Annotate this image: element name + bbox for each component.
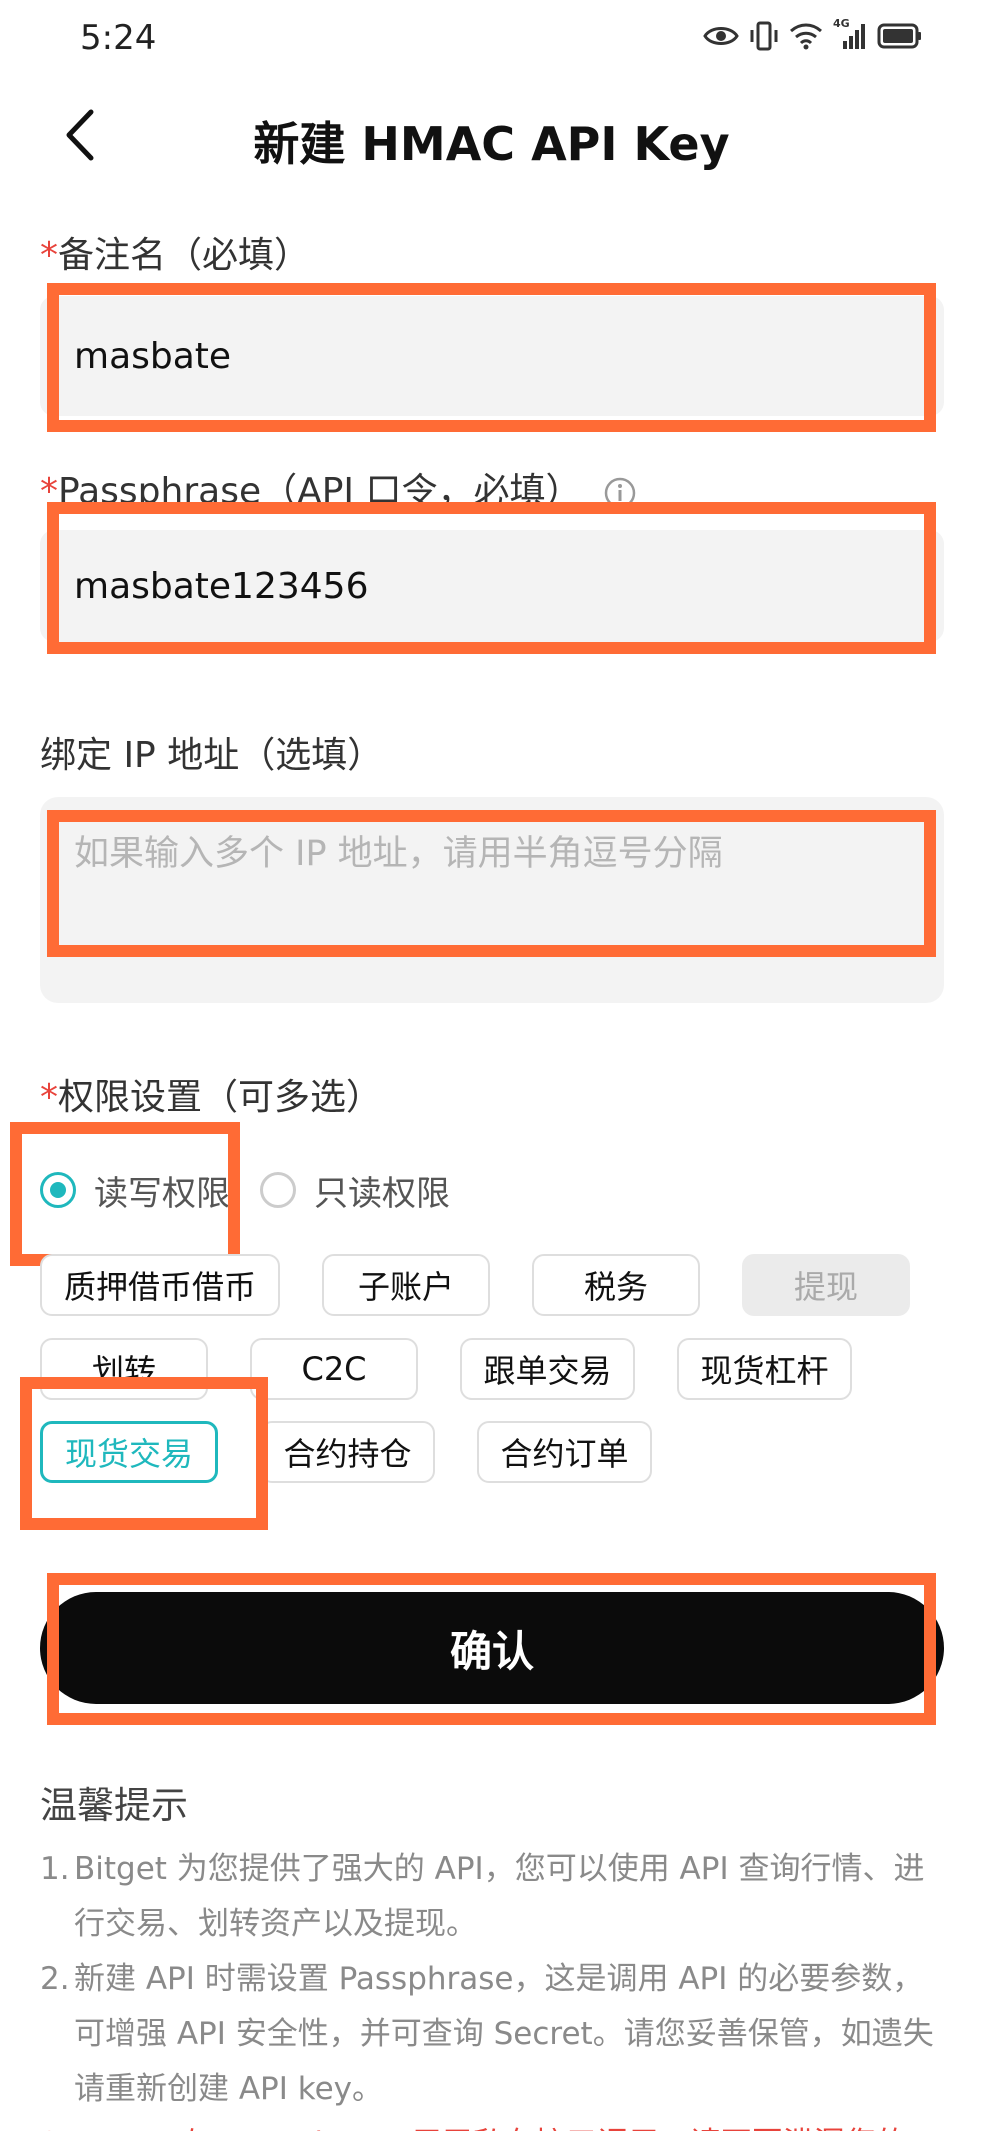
ip-input[interactable]: 如果输入多个 IP 地址，请用半角逗号分隔 (40, 797, 944, 1003)
radio-read-only-label: 只读权限 (314, 1173, 450, 1214)
required-mark: * (40, 235, 58, 276)
chip-spot-margin[interactable]: 现货杠杆 (677, 1338, 852, 1400)
chip-spot-trading[interactable]: 现货交易 (40, 1421, 218, 1483)
chip-withdraw: 提现 (742, 1254, 910, 1316)
tip-item: 2. 新建 API 时需设置 Passphrase，这是调用 API 的必要参数… (40, 1952, 945, 2117)
chip-label: 现货杠杆 (700, 1352, 829, 1390)
chip-tax[interactable]: 税务 (532, 1254, 700, 1316)
tips-title: 温馨提示 (40, 1784, 188, 1827)
radio-read-only[interactable]: 只读权限 (260, 1166, 450, 1215)
chip-transfer[interactable]: 划转 (40, 1338, 208, 1400)
eye-icon (703, 27, 739, 45)
permissions-label-row: *权限设置（可多选） (40, 1068, 382, 1120)
tip-text: Secret 与 passphrase 用于私有接口调用，请不要泄漏您的 (74, 2117, 907, 2131)
chip-staking-loan[interactable]: 质押借币借币 (40, 1254, 280, 1316)
radio-unchecked-icon (260, 1172, 296, 1208)
tip-item-warning: 3. Secret 与 passphrase 用于私有接口调用，请不要泄漏您的 (40, 2117, 945, 2131)
radio-read-write-label: 读写权限 (94, 1173, 230, 1214)
chip-label: 子账户 (357, 1268, 454, 1306)
passphrase-label-row: *Passphrase（API 口令，必填） (40, 462, 637, 514)
tip-item: 1. Bitget 为您提供了强大的 API，您可以使用 API 查询行情、进行… (40, 1842, 945, 1952)
tip-number: 1. (40, 1851, 70, 1887)
info-icon[interactable] (603, 476, 637, 510)
nav-header: 新建 HMAC API Key (0, 90, 983, 180)
wifi-icon (790, 23, 822, 50)
name-input-value: masbate (74, 335, 232, 377)
signal-icon: 4G (833, 17, 867, 51)
name-input[interactable]: masbate (40, 296, 944, 416)
passphrase-label: Passphrase（API 口令，必填） (58, 471, 582, 512)
status-time: 5:24 (80, 18, 157, 58)
chip-label: 合约订单 (500, 1435, 629, 1473)
passphrase-input[interactable]: masbate123456 (40, 530, 944, 642)
tip-number: 2. (40, 1961, 70, 1997)
confirm-button-label: 确认 (449, 1626, 534, 1676)
chip-label: 质押借币借币 (63, 1268, 256, 1306)
radio-read-write[interactable]: 读写权限 (40, 1166, 230, 1215)
chip-copy-trading[interactable]: 跟单交易 (460, 1338, 635, 1400)
vibrate-icon (750, 21, 778, 51)
permissions-label: 权限设置（可多选） (58, 1077, 383, 1118)
page-title: 新建 HMAC API Key (253, 117, 730, 171)
chip-futures-order[interactable]: 合约订单 (477, 1421, 652, 1483)
permission-mode-group: 读写权限 只读权限 (40, 1160, 480, 1220)
confirm-button[interactable]: 确认 (40, 1592, 944, 1704)
name-label: 备注名（必填） (58, 235, 311, 276)
chip-label: 合约持仓 (283, 1435, 412, 1473)
name-label-row: *备注名（必填） (40, 226, 310, 278)
tip-number: 3. (40, 2117, 74, 2131)
status-bar: 5:24 4G (0, 0, 983, 80)
ip-input-placeholder: 如果输入多个 IP 地址，请用半角逗号分隔 (74, 834, 723, 874)
chip-label: 税务 (583, 1268, 648, 1306)
chip-label: 跟单交易 (483, 1352, 612, 1390)
required-mark: * (40, 471, 58, 512)
chip-label: C2C (301, 1350, 367, 1388)
chip-label: 划转 (91, 1352, 156, 1390)
chip-c2c[interactable]: C2C (250, 1338, 418, 1400)
chip-label: 提现 (793, 1268, 858, 1306)
tip-text: 新建 API 时需设置 Passphrase，这是调用 API 的必要参数，可增… (74, 1961, 934, 2107)
tips-list: 1. Bitget 为您提供了强大的 API，您可以使用 API 查询行情、进行… (40, 1842, 945, 2131)
tip-text: Bitget 为您提供了强大的 API，您可以使用 API 查询行情、进行交易、… (74, 1851, 925, 1942)
chip-sub-account[interactable]: 子账户 (322, 1254, 490, 1316)
passphrase-input-value: masbate123456 (74, 565, 369, 607)
chip-label: 现货交易 (64, 1435, 193, 1473)
chip-futures-position[interactable]: 合约持仓 (260, 1421, 435, 1483)
ip-label: 绑定 IP 地址（选填） (40, 735, 384, 776)
battery-icon (877, 23, 921, 49)
status-icons: 4G (703, 17, 923, 52)
radio-checked-icon (40, 1172, 76, 1208)
required-mark: * (40, 1077, 58, 1118)
